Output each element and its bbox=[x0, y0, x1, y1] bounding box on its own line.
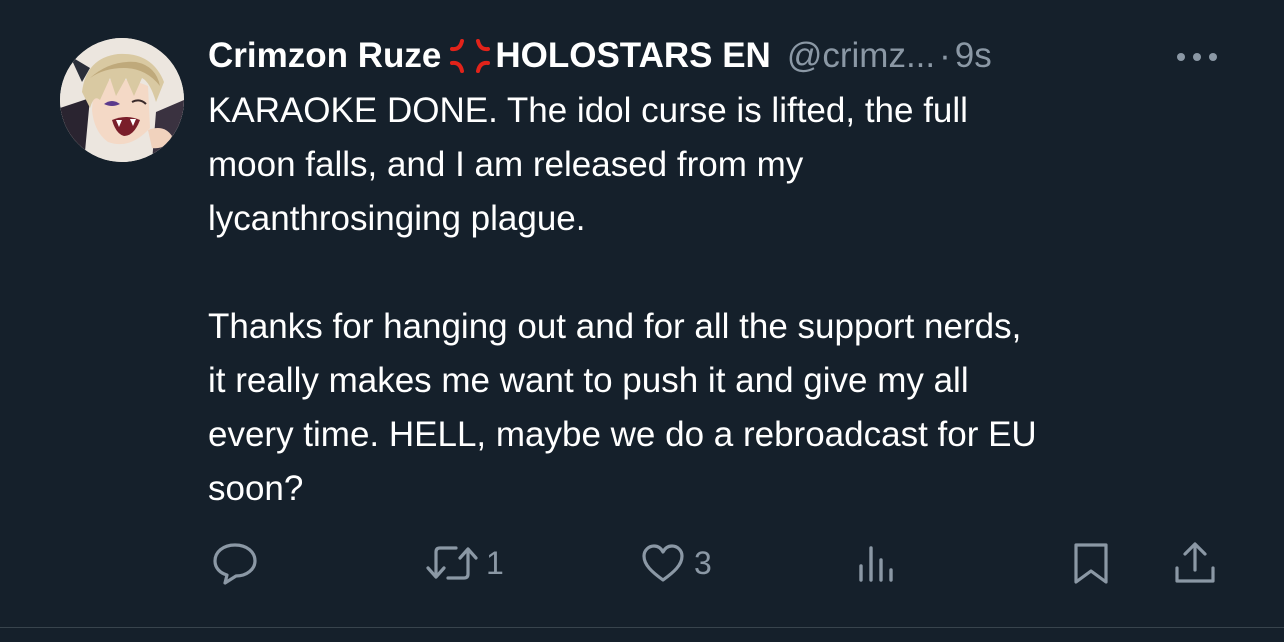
tweet-paragraph-2: Thanks for hanging out and for all the s… bbox=[208, 307, 1037, 508]
feed-divider bbox=[0, 627, 1284, 628]
author-affiliation[interactable]: HOLOSTARS EN bbox=[495, 34, 770, 78]
views-icon bbox=[859, 546, 893, 582]
retweet-icon bbox=[426, 546, 478, 580]
tweet-timestamp[interactable]: 9s bbox=[955, 34, 992, 78]
more-options-button[interactable] bbox=[1172, 40, 1222, 74]
tweet-text: KARAOKE DONE. The idol curse is lifted, … bbox=[208, 84, 1248, 516]
heart-icon bbox=[642, 544, 684, 582]
views-button[interactable] bbox=[852, 540, 898, 586]
like-count: 3 bbox=[694, 544, 712, 581]
share-button[interactable] bbox=[1170, 540, 1220, 586]
retweet-button[interactable]: 1 bbox=[424, 540, 504, 586]
reply-icon bbox=[213, 543, 257, 585]
share-icon bbox=[1175, 542, 1215, 583]
tweet-card[interactable]: Crimzon Ruze HOLOSTARS EN @crimz... · 9s… bbox=[0, 0, 1284, 627]
like-button[interactable]: 3 bbox=[638, 540, 712, 586]
tweet-action-bar: 1 3 bbox=[0, 540, 1284, 586]
header-separator: · bbox=[939, 36, 951, 75]
bookmark-button[interactable] bbox=[1068, 540, 1114, 586]
avatar[interactable] bbox=[60, 38, 184, 162]
more-dots-icon bbox=[1177, 53, 1217, 61]
tweet-header: Crimzon Ruze HOLOSTARS EN @crimz... · 9s bbox=[208, 34, 992, 78]
retweet-count: 1 bbox=[486, 544, 504, 581]
reply-button[interactable] bbox=[210, 540, 260, 586]
author-name[interactable]: Crimzon Ruze bbox=[208, 34, 441, 78]
anger-symbol-icon bbox=[447, 36, 493, 76]
tweet-paragraph-1: KARAOKE DONE. The idol curse is lifted, … bbox=[208, 91, 968, 238]
bookmark-icon bbox=[1074, 543, 1108, 584]
author-handle[interactable]: @crimz... bbox=[787, 34, 935, 78]
